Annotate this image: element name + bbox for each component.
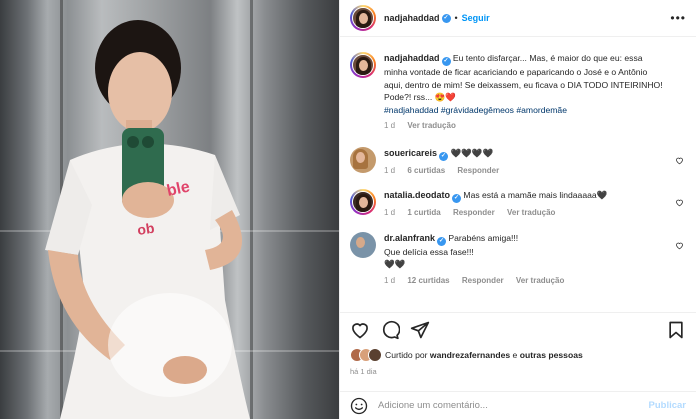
likes-prefix: Curtido por bbox=[385, 350, 428, 360]
caption-hashtags[interactable]: #nadjahaddad #grávidadegêmeos #amordemãe bbox=[384, 105, 567, 115]
verified-icon: ✓ bbox=[439, 151, 449, 161]
commenter-avatar[interactable] bbox=[350, 189, 376, 215]
caption-meta: 1 d Ver tradução bbox=[384, 120, 668, 133]
caption-username[interactable]: nadjahaddad bbox=[384, 53, 440, 63]
comment-time: 1 d bbox=[384, 208, 396, 217]
comment-row: dr.alanfrank ✓ Parabéns amiga!!! Que delí… bbox=[350, 231, 686, 288]
comment-row: natalia.deodato ✓ Mas está a mamãe mais l… bbox=[350, 189, 686, 220]
reply-button[interactable]: Responder bbox=[462, 276, 504, 285]
comment-likes[interactable]: 1 curtida bbox=[407, 208, 440, 217]
comment-meta: 1 d 1 curtida Responder Ver tradução bbox=[384, 207, 668, 220]
verified-icon: ✓ bbox=[452, 194, 462, 203]
comments-section[interactable]: nadjahaddad ✓ Eu tento disfarçar... Mas, … bbox=[340, 38, 696, 310]
comment-time: 1 d bbox=[384, 275, 396, 285]
comment-username[interactable]: dr.alanfrank bbox=[384, 233, 435, 243]
comment-meta: 1 d 6 curtidas Responder bbox=[384, 165, 668, 178]
post-header: nadjahaddad ✓ • Seguir ••• bbox=[340, 0, 696, 37]
comment-icon[interactable] bbox=[380, 320, 400, 340]
translate-link[interactable]: Ver tradução bbox=[407, 121, 455, 130]
verified-icon: ✓ bbox=[437, 236, 447, 246]
posted-ago: há 1 dia bbox=[350, 367, 377, 376]
reply-button[interactable]: Responder bbox=[453, 208, 495, 217]
comment-likes[interactable]: 12 curtidas bbox=[407, 276, 449, 285]
separator-dot: • bbox=[454, 13, 458, 23]
heart-icon[interactable] bbox=[675, 156, 684, 165]
comment-text: 🖤🖤🖤🖤 bbox=[450, 147, 494, 158]
reply-button[interactable]: Responder bbox=[457, 166, 499, 175]
verified-icon: ✓ bbox=[441, 13, 451, 23]
add-comment-bar: Publicar bbox=[340, 391, 696, 419]
bookmark-icon[interactable] bbox=[666, 320, 686, 340]
verified-icon: ✓ bbox=[441, 57, 451, 66]
publish-button[interactable]: Publicar bbox=[649, 400, 687, 411]
likes-others[interactable]: outras pessoas bbox=[520, 350, 583, 360]
heart-icon[interactable] bbox=[675, 241, 684, 250]
commenter-avatar[interactable] bbox=[350, 146, 376, 173]
more-icon[interactable]: ••• bbox=[670, 11, 686, 25]
likes-middle: e bbox=[512, 350, 518, 360]
likes-text: Curtido por wandrezafernandes e outras p… bbox=[385, 350, 583, 360]
emoji-icon[interactable] bbox=[350, 397, 368, 415]
liker-avatar bbox=[368, 348, 382, 362]
pregnant-woman-selfie: ble ob bbox=[45, 20, 250, 419]
comment-input[interactable] bbox=[378, 400, 649, 411]
post-photo: ble ob bbox=[0, 0, 339, 419]
action-bar bbox=[340, 312, 696, 346]
caption-row: nadjahaddad ✓ Eu tento disfarçar... Mas, … bbox=[350, 52, 686, 133]
comment-time: 1 d bbox=[384, 165, 396, 175]
svg-text:ob: ob bbox=[136, 220, 155, 238]
likes-user[interactable]: wandrezafernandes bbox=[430, 350, 510, 360]
likes-summary[interactable]: Curtido por wandrezafernandes e outras p… bbox=[350, 347, 686, 363]
author-avatar[interactable] bbox=[350, 52, 376, 78]
comment-row: souericareis ✓ 🖤🖤🖤🖤 1 d 6 curtidas Respon… bbox=[350, 146, 686, 178]
translate-link[interactable]: Ver tradução bbox=[507, 208, 555, 217]
translate-link[interactable]: Ver tradução bbox=[516, 276, 564, 285]
author-avatar[interactable] bbox=[350, 5, 376, 31]
author-username[interactable]: nadjahaddad bbox=[384, 13, 440, 23]
comment-text: Mas está a mamãe mais lindaaaaa🖤 bbox=[463, 190, 608, 200]
comment-likes[interactable]: 6 curtidas bbox=[407, 166, 445, 175]
heart-icon[interactable] bbox=[350, 320, 370, 340]
comment-username[interactable]: souericareis bbox=[384, 148, 437, 158]
caption-time: 1 d bbox=[384, 121, 396, 130]
follow-button[interactable]: Seguir bbox=[462, 13, 490, 23]
commenter-avatar[interactable] bbox=[350, 231, 376, 258]
share-icon[interactable] bbox=[410, 320, 430, 340]
comment-meta: 1 d 12 curtidas Responder Ver tradução bbox=[384, 275, 668, 288]
comment-username[interactable]: natalia.deodato bbox=[384, 190, 450, 200]
heart-icon[interactable] bbox=[675, 198, 684, 207]
post-sidebar: nadjahaddad ✓ • Seguir ••• nadjahaddad ✓ … bbox=[339, 0, 696, 419]
